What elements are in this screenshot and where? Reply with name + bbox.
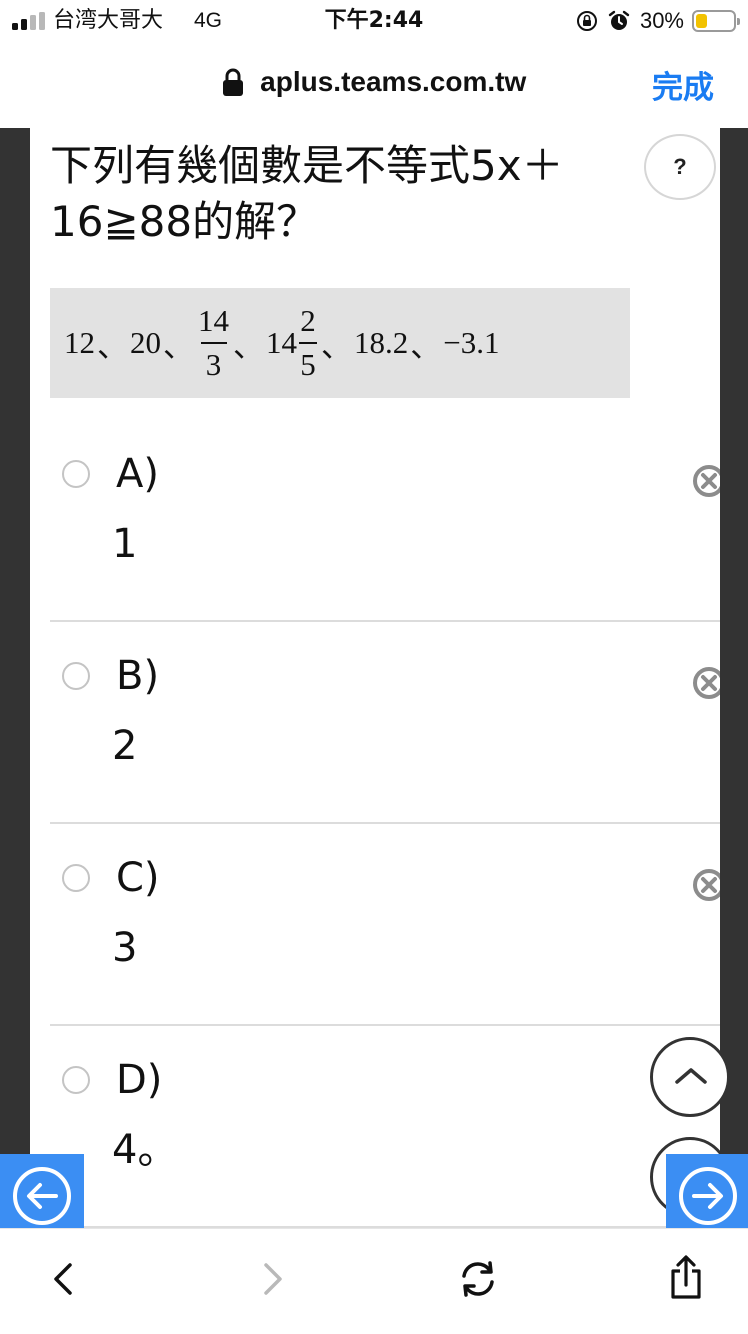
fraction-numerator: 2 [300, 303, 316, 338]
option-divider [50, 822, 720, 824]
help-button[interactable]: ? [644, 134, 716, 200]
numbers-box: 12 、 20 、 14 3 、 14 2 5 、 18.2 、 −3.1 [50, 288, 630, 398]
option-c[interactable]: C) 3 [50, 832, 720, 1032]
lock-icon [222, 68, 243, 96]
option-letter: B) [116, 653, 160, 699]
option-letter: D) [116, 1057, 163, 1103]
option-a[interactable]: A) 1 [50, 428, 720, 628]
orientation-lock-icon [576, 11, 597, 31]
option-divider [50, 620, 720, 622]
separator: 、 [410, 328, 442, 364]
fraction: 14 3 [198, 303, 229, 383]
battery-level [696, 14, 707, 28]
reload-icon[interactable] [456, 1259, 500, 1299]
scroll-top-button[interactable] [650, 1037, 730, 1117]
frame-left-border [0, 128, 30, 1154]
url-text: aplus.teams.com.tw [260, 66, 527, 97]
fraction-denominator: 5 [300, 347, 316, 382]
number-item: 20 [130, 325, 161, 360]
numbers-list: 12 、 20 、 14 3 、 14 2 5 、 18.2 、 −3.1 [64, 288, 499, 398]
option-letter: A) [116, 451, 159, 497]
share-icon[interactable] [666, 1255, 706, 1301]
option-c-radio[interactable] [62, 864, 90, 892]
number-item: 18.2 [354, 325, 409, 360]
back-icon[interactable] [48, 1259, 78, 1299]
option-value: 4。 [112, 1127, 178, 1173]
forward-icon[interactable] [258, 1259, 288, 1299]
status-bar: 台湾大哥大 4G 下午2:44 30% [0, 0, 748, 44]
arrow-right-icon [679, 1167, 737, 1225]
mixed-number-whole: 14 [266, 325, 297, 360]
browser-url-bar: aplus.teams.com.tw 完成 [0, 44, 748, 128]
separator: 、 [163, 328, 194, 364]
option-value: 1 [112, 521, 138, 567]
option-letter: C) [116, 855, 160, 901]
separator: 、 [97, 328, 128, 364]
question-text: 下列有幾個數是不等式5x＋16≧88的解？ [50, 141, 564, 246]
fraction: 2 5 [299, 303, 317, 383]
eliminate-option-icon[interactable] [692, 666, 720, 700]
fraction-numerator: 14 [198, 303, 229, 338]
browser-toolbar [0, 1228, 748, 1334]
number-item: 12 [64, 325, 95, 360]
next-question-button[interactable] [666, 1154, 748, 1238]
number-item: −3.1 [443, 325, 500, 360]
option-d[interactable]: D) 4。 [50, 1034, 720, 1228]
chevron-up-icon [675, 1068, 707, 1084]
battery-percent: 30% [639, 8, 684, 33]
separator: 、 [321, 328, 352, 364]
quiz-content: 下列有幾個數是不等式5x＋16≧88的解？ ? 12 、 20 、 14 3 、… [30, 128, 720, 1228]
option-b-radio[interactable] [62, 662, 90, 690]
option-value: 2 [112, 723, 138, 769]
option-value: 3 [112, 925, 138, 971]
status-icons: 30% [576, 8, 740, 34]
eliminate-option-icon[interactable] [692, 868, 720, 902]
done-button[interactable]: 完成 [652, 62, 714, 107]
alarm-icon [608, 10, 630, 30]
url-display[interactable]: aplus.teams.com.tw [0, 66, 748, 98]
option-divider [50, 1024, 720, 1026]
fraction-denominator: 3 [205, 347, 222, 382]
option-a-radio[interactable] [62, 460, 90, 488]
separator: 、 [233, 328, 264, 364]
battery-icon [692, 10, 740, 32]
option-b[interactable]: B) 2 [50, 630, 720, 830]
option-d-radio[interactable] [62, 1066, 90, 1094]
previous-question-button[interactable] [0, 1154, 84, 1238]
arrow-left-icon [13, 1167, 71, 1225]
eliminate-option-icon[interactable] [692, 464, 720, 498]
